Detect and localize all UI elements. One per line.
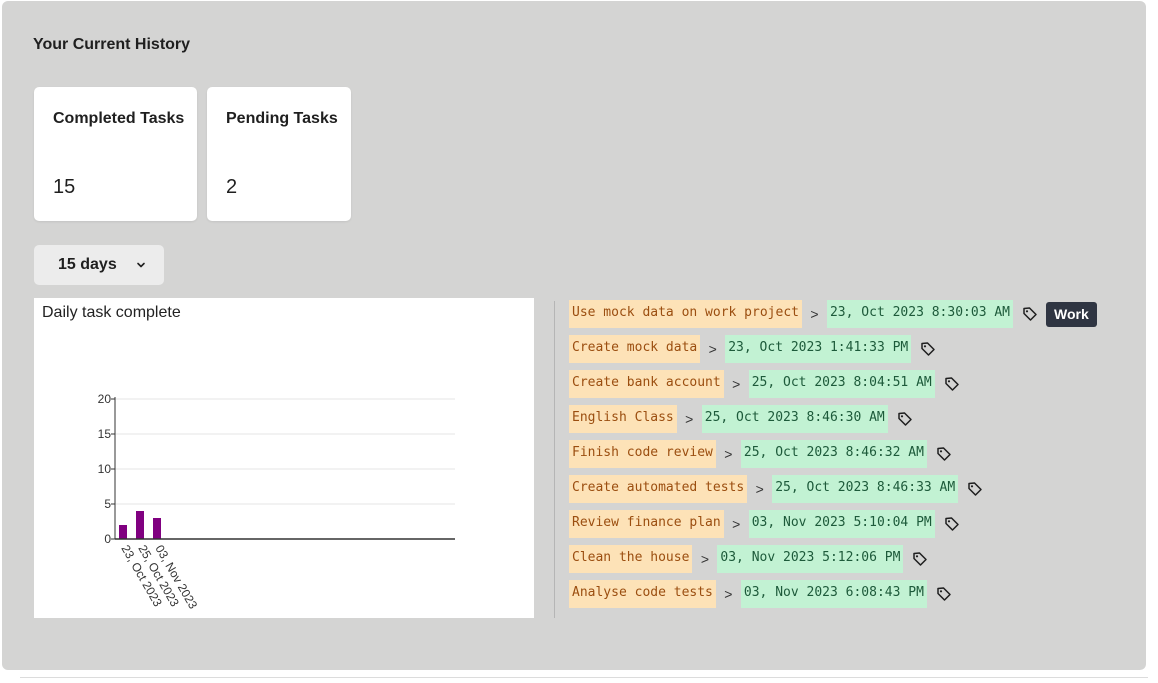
task-separator: >: [700, 551, 709, 567]
task-row: English Class >25, Oct 2023 8:46:30 AM: [569, 405, 913, 433]
bar: [153, 518, 161, 539]
task-separator: >: [810, 306, 819, 322]
tag-icon[interactable]: [920, 341, 936, 357]
bar: [119, 525, 127, 539]
divider: [554, 301, 555, 618]
task-date: 03, Nov 2023 5:10:04 PM: [748, 510, 935, 538]
task-name: Create mock data: [569, 335, 701, 363]
task-name: Use mock data on work project: [569, 300, 802, 328]
tag-icon[interactable]: [897, 411, 913, 427]
task-separator: >: [755, 481, 764, 497]
task-date: 03, Nov 2023 6:08:43 PM: [740, 580, 927, 608]
task-row: Review finance plan >03, Nov 2023 5:10:04…: [569, 510, 960, 538]
bar-chart: 0510152023, Oct 202325, Oct 202303, Nov …: [98, 392, 455, 612]
y-tick-label: 5: [104, 497, 111, 511]
tag-icon[interactable]: [936, 586, 952, 602]
tag-icon[interactable]: [912, 551, 928, 567]
chevron-down-icon: [137, 262, 145, 268]
task-name: Analyse code tests: [569, 580, 716, 608]
task-separator: >: [708, 341, 717, 357]
task-row: Clean the house >03, Nov 2023 5:12:06 PM: [569, 545, 928, 573]
task-date: 23, Oct 2023 8:30:03 AM: [826, 300, 1013, 328]
tag-icon[interactable]: [944, 516, 960, 532]
task-row: Create automated tests >25, Oct 2023 8:46…: [569, 475, 983, 503]
tag-icon[interactable]: [944, 376, 960, 392]
tag-icon[interactable]: [1022, 306, 1038, 322]
task-separator: >: [732, 516, 741, 532]
y-tick-label: 10: [98, 462, 112, 476]
task-separator: >: [724, 446, 733, 462]
task-row: Finish code review >25, Oct 2023 8:46:32 …: [569, 440, 952, 468]
task-name: Review finance plan: [569, 510, 724, 538]
tag-icon[interactable]: [967, 481, 983, 497]
pending-tasks-value: 2: [226, 176, 238, 198]
task-separator: >: [685, 411, 694, 427]
task-date: 25, Oct 2023 8:04:51 AM: [748, 370, 935, 398]
tag-tooltip: Work: [1046, 301, 1097, 327]
range-select-value: 15 days: [58, 256, 117, 273]
y-tick-label: 15: [98, 427, 112, 441]
completed-tasks-value: 15: [53, 176, 76, 198]
chart-title: Daily task complete: [42, 304, 181, 321]
task-name: Clean the house: [569, 545, 693, 573]
task-date: 23, Oct 2023 1:41:33 PM: [725, 335, 912, 363]
task-separator: >: [724, 586, 733, 602]
completed-tasks-label: Completed Tasks: [53, 110, 185, 127]
bar: [136, 511, 144, 539]
page-title: Your Current History: [33, 36, 191, 53]
task-date: 25, Oct 2023 8:46:30 AM: [701, 405, 888, 433]
task-name: Finish code review: [569, 440, 716, 468]
task-date: 25, Oct 2023 8:46:33 AM: [772, 475, 959, 503]
pending-tasks-label: Pending Tasks: [226, 110, 338, 127]
task-row: Create mock data >23, Oct 2023 1:41:33 PM: [569, 335, 936, 363]
divider: [20, 677, 1148, 678]
daily-task-chart: 0 5 10 15 20 23, Oct 2023 25, Oct 2023 03, Nov …: [34, 298, 534, 618]
task-name: Create automated tests: [569, 475, 748, 503]
range-select[interactable]: 15 days: [34, 245, 164, 285]
task-row: Analyse code tests >03, Nov 2023 6:08:43 …: [569, 580, 952, 608]
task-date: 25, Oct 2023 8:46:32 AM: [740, 440, 927, 468]
completed-tasks-card: Completed Tasks 15: [34, 87, 197, 221]
pending-tasks-card: Pending Tasks 2: [207, 87, 351, 221]
task-name: Create bank account: [569, 370, 724, 398]
task-row: Use mock data on work project >23, Oct 20…: [569, 300, 1097, 328]
task-row: Create bank account >25, Oct 2023 8:04:51…: [569, 370, 960, 398]
y-tick-label: 0: [104, 532, 111, 546]
task-separator: >: [732, 376, 741, 392]
task-name: English Class: [569, 405, 677, 433]
task-date: 03, Nov 2023 5:12:06 PM: [717, 545, 904, 573]
tag-icon[interactable]: [936, 446, 952, 462]
y-tick-label: 20: [98, 392, 112, 406]
